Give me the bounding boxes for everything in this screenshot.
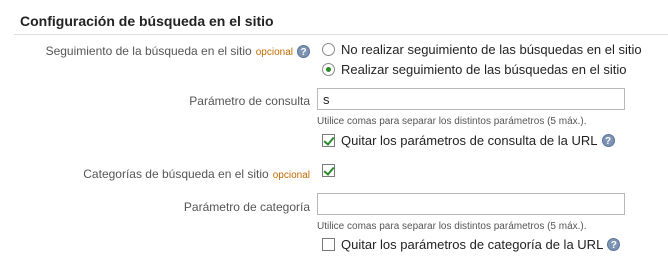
radio-no-tracking[interactable]: No realizar seguimiento de las búsquedas… bbox=[322, 42, 642, 57]
category-param-input[interactable] bbox=[317, 193, 625, 215]
categories-label-text: Categorías de búsqueda en el sitio bbox=[83, 167, 269, 181]
strip-query-params-checkbox[interactable] bbox=[322, 134, 335, 147]
tracking-label: Seguimiento de la búsqueda en el sitio op… bbox=[45, 44, 310, 59]
radio-label[interactable]: No realizar seguimiento de las búsquedas… bbox=[341, 42, 642, 57]
category-param-hint: Utilice comas para separar los distintos… bbox=[317, 221, 587, 232]
strip-query-params-option[interactable]: Quitar los parámetros de consulta de la … bbox=[322, 133, 615, 148]
strip-category-params-label[interactable]: Quitar los parámetros de categoría de la… bbox=[341, 237, 603, 252]
radio-label[interactable]: Realizar seguimiento de las búsquedas en… bbox=[341, 62, 626, 77]
query-param-label: Parámetro de consulta bbox=[189, 94, 310, 108]
category-param-label: Parámetro de categoría bbox=[183, 200, 310, 214]
categories-label: Categorías de búsqueda en el sitio opcion… bbox=[83, 167, 310, 181]
help-icon[interactable]: ? bbox=[601, 134, 615, 147]
help-icon[interactable]: ? bbox=[607, 238, 621, 251]
optional-tag: opcional bbox=[255, 47, 293, 58]
strip-category-params-checkbox[interactable] bbox=[322, 238, 335, 251]
help-icon[interactable]: ? bbox=[297, 45, 310, 59]
tracking-label-text: Seguimiento de la búsqueda en el sitio bbox=[45, 44, 252, 58]
categories-toggle[interactable] bbox=[322, 164, 341, 177]
section-divider bbox=[14, 34, 668, 35]
radio-tracking[interactable]: Realizar seguimiento de las búsquedas en… bbox=[322, 62, 626, 77]
categories-checkbox[interactable] bbox=[322, 164, 335, 177]
page-title: Configuración de búsqueda en el sitio bbox=[20, 13, 274, 29]
radio-button[interactable] bbox=[322, 43, 335, 56]
query-param-input[interactable] bbox=[317, 88, 625, 110]
query-param-hint: Utilice comas para separar los distintos… bbox=[317, 116, 587, 127]
strip-query-params-label[interactable]: Quitar los parámetros de consulta de la … bbox=[341, 133, 598, 148]
optional-tag: opcional bbox=[272, 170, 310, 181]
radio-button-selected[interactable] bbox=[322, 63, 335, 76]
strip-category-params-option[interactable]: Quitar los parámetros de categoría de la… bbox=[322, 237, 621, 252]
